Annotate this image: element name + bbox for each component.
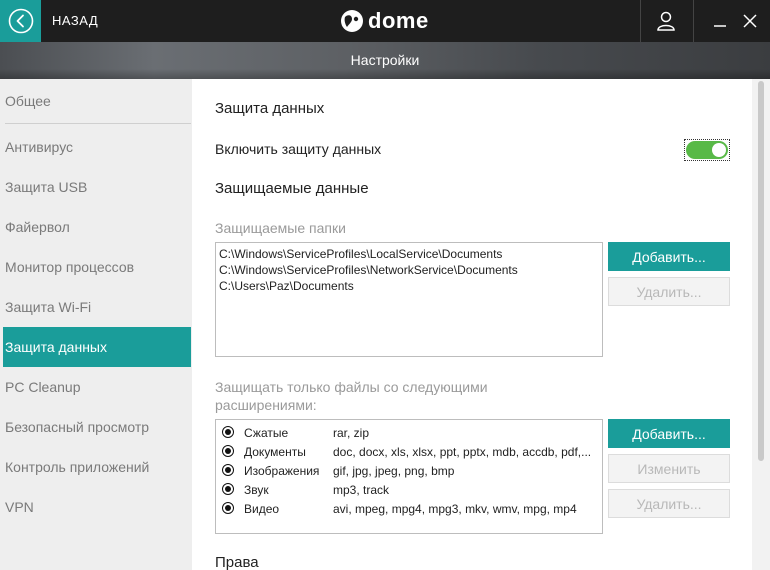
sidebar: Общее Антивирус Защита USB Файервол Мони… [0, 79, 192, 570]
toggle-track [686, 141, 728, 159]
sidebar-item-app-control[interactable]: Контроль приложений [0, 447, 192, 487]
minimize-button[interactable] [705, 0, 735, 42]
rights-title: Права [215, 554, 259, 570]
list-item[interactable]: Изображения gif, jpg, jpeg, png, bmp [216, 461, 602, 480]
remove-folder-button[interactable]: Удалить... [608, 277, 730, 306]
list-item[interactable]: C:\Windows\ServiceProfiles\NetworkServic… [219, 262, 599, 278]
scrollbar-thumb[interactable] [758, 81, 764, 461]
back-button[interactable] [0, 0, 41, 42]
add-folder-button[interactable]: Добавить... [608, 242, 730, 271]
list-item[interactable]: C:\Users\Paz\Documents [219, 278, 599, 294]
radio-selected-icon[interactable] [222, 464, 234, 476]
logo-text: dome [368, 8, 429, 33]
sidebar-item-safe-browsing[interactable]: Безопасный просмотр [0, 407, 192, 447]
folders-label: Защищаемые папки [215, 220, 346, 236]
extensions-label-line2: расширениями: [215, 397, 317, 413]
close-icon [743, 14, 757, 28]
back-label[interactable]: НАЗАД [52, 13, 98, 28]
list-item[interactable]: Звук mp3, track [216, 480, 602, 499]
list-item[interactable]: Видео avi, mpeg, mpg4, mpg3, mkv, wmv, m… [216, 499, 602, 518]
sidebar-item-label: VPN [5, 499, 34, 515]
user-icon [657, 11, 675, 31]
extension-values: rar, zip [333, 426, 370, 440]
header-banner: Настройки [0, 42, 770, 79]
radio-selected-icon[interactable] [222, 426, 234, 438]
app-logo: dome [340, 8, 429, 34]
vertical-scrollbar[interactable] [752, 79, 770, 570]
data-protection-toggle[interactable] [684, 139, 730, 161]
sidebar-item-antivirus[interactable]: Антивирус [0, 127, 192, 167]
close-button[interactable] [735, 0, 765, 42]
remove-extension-button[interactable]: Удалить... [608, 489, 730, 518]
extension-values: mp3, track [333, 483, 390, 497]
sidebar-item-wifi-protection[interactable]: Защита Wi-Fi [0, 287, 192, 327]
sidebar-item-label: Контроль приложений [5, 459, 150, 475]
sidebar-item-label: Защита данных [5, 339, 107, 355]
sidebar-item-label: Общее [5, 93, 51, 109]
extension-values: avi, mpeg, mpg4, mpg3, mkv, wmv, mpg, mp… [333, 502, 577, 516]
extension-category: Видео [244, 502, 280, 516]
title-bar: НАЗАД dome [0, 0, 770, 42]
edit-extension-button[interactable]: Изменить [608, 454, 730, 483]
list-item[interactable]: Сжатые rar, zip [216, 423, 602, 442]
sidebar-item-label: PC Cleanup [5, 379, 81, 395]
sidebar-item-label: Монитор процессов [5, 259, 135, 275]
sidebar-item-pc-cleanup[interactable]: PC Cleanup [0, 367, 192, 407]
extension-category: Сжатые [244, 426, 289, 440]
user-account-button[interactable] [640, 0, 692, 42]
extension-category: Изображения [244, 464, 320, 478]
extension-category: Документы [244, 445, 306, 459]
sidebar-item-label: Антивирус [5, 139, 74, 155]
extension-values: gif, jpg, jpeg, png, bmp [333, 464, 455, 478]
section-title: Защита данных [215, 100, 325, 117]
extension-values: doc, docx, xls, xlsx, ppt, pptx, mdb, ac… [333, 445, 592, 459]
sidebar-divider [5, 123, 191, 124]
back-arrow-icon [8, 8, 33, 34]
sidebar-item-data-protection[interactable]: Защита данных [3, 327, 191, 367]
radio-selected-icon[interactable] [222, 445, 234, 457]
sidebar-item-label: Файервол [5, 219, 70, 235]
minimize-icon [714, 25, 726, 27]
sidebar-item-vpn[interactable]: VPN [0, 487, 192, 527]
divider [693, 0, 694, 42]
sidebar-item-firewall[interactable]: Файервол [0, 207, 192, 247]
extension-category: Звук [244, 483, 269, 497]
sidebar-item-label: Защита USB [5, 179, 88, 195]
toggle-label: Включить защиту данных [215, 141, 382, 157]
toggle-knob [712, 143, 726, 157]
sidebar-item-usb-protection[interactable]: Защита USB [0, 167, 192, 207]
list-item[interactable]: C:\Windows\ServiceProfiles\LocalService\… [219, 246, 599, 262]
protected-folders-list[interactable]: C:\Windows\ServiceProfiles\LocalService\… [215, 242, 603, 357]
protected-data-title: Защищаемые данные [215, 180, 369, 197]
add-extension-button[interactable]: Добавить... [608, 419, 730, 448]
extensions-list[interactable]: Сжатые rar, zip Документы doc, docx, xls… [215, 419, 603, 534]
extensions-label-line1: Защищать только файлы со следующими [215, 379, 488, 395]
page-title: Настройки [350, 52, 420, 68]
sidebar-item-process-monitor[interactable]: Монитор процессов [0, 247, 192, 287]
sidebar-item-label: Безопасный просмотр [5, 419, 150, 435]
panda-logo-icon [341, 10, 363, 32]
list-item[interactable]: Документы doc, docx, xls, xlsx, ppt, ppt… [216, 442, 602, 461]
sidebar-item-general[interactable]: Общее [0, 81, 192, 121]
radio-selected-icon[interactable] [222, 483, 234, 495]
sidebar-item-label: Защита Wi-Fi [5, 299, 92, 315]
radio-selected-icon[interactable] [222, 502, 234, 514]
